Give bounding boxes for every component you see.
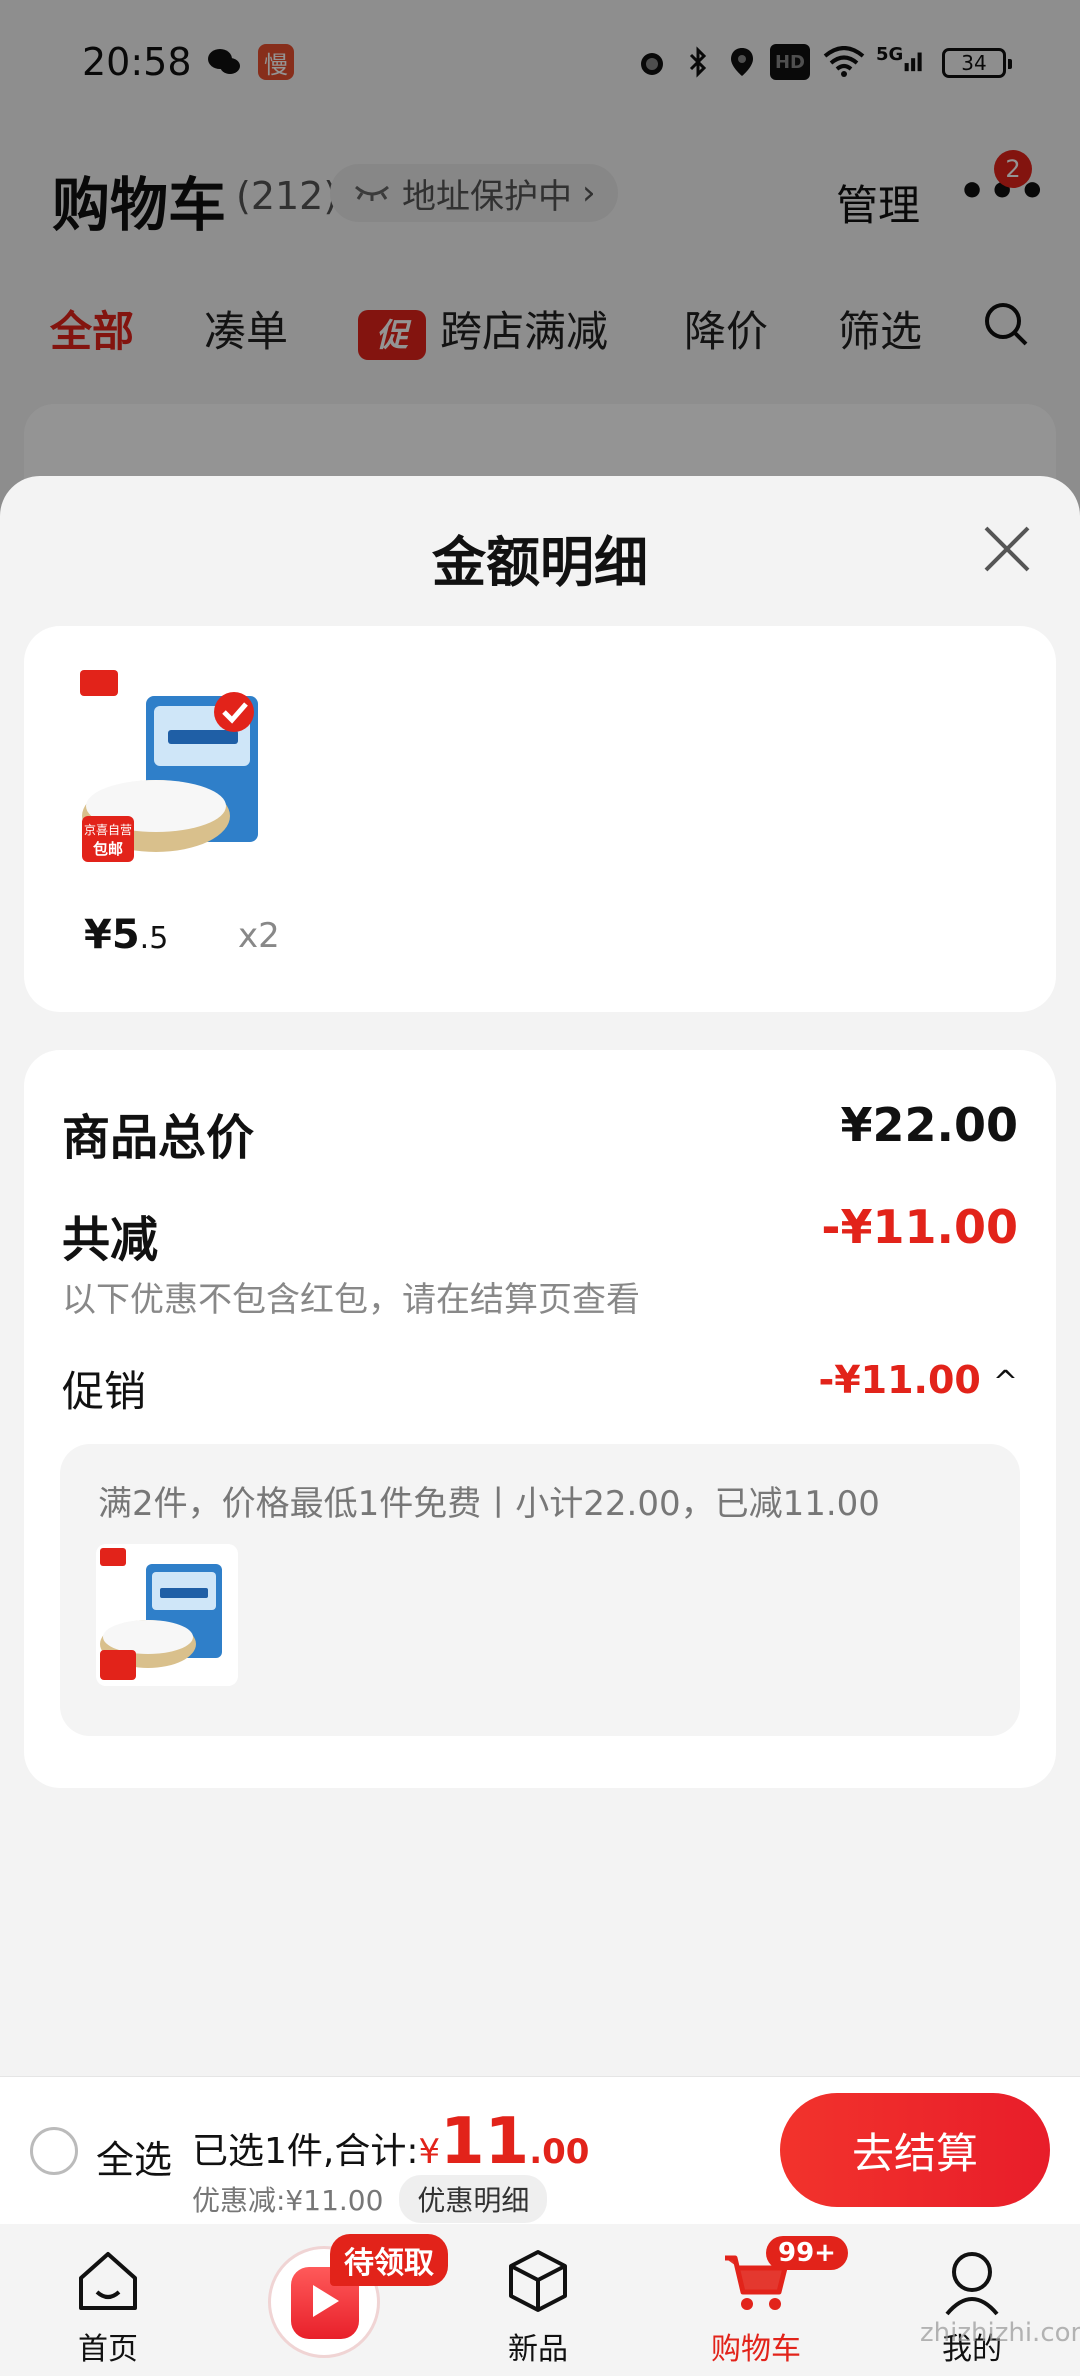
nav-home-label: 首页: [78, 2332, 138, 2367]
promotion-value: -¥11.00 ^: [818, 1358, 1018, 1402]
promotion-label: 促销: [62, 1367, 147, 1416]
total-decimal: .00: [529, 2132, 590, 2172]
promotion-value-text: -¥11.00: [818, 1358, 981, 1402]
play-icon: [313, 2285, 339, 2317]
close-icon[interactable]: [980, 522, 1034, 576]
product-quantity: x2: [238, 916, 280, 956]
user-icon: [945, 2252, 999, 2316]
promotion-detail-box: 满2件，价格最低1件免费丨小计22.00，已减11.00: [60, 1444, 1020, 1736]
amount-summary-card: 商品总价 ¥22.00 共减 -¥11.00 以下优惠不包含红包，请在结算页查看…: [24, 1050, 1056, 1788]
watermark: zhizhizhi.com: [920, 2318, 1080, 2348]
sheet-title: 金额明细: [432, 531, 648, 594]
product-badge-top: 京喜自营: [84, 823, 132, 837]
total-integer: 11: [440, 2105, 530, 2179]
discount-amount: 优惠减:¥11.00: [192, 2184, 384, 2217]
select-all-radio[interactable]: [30, 2127, 78, 2175]
product-price-int: ¥5: [84, 912, 140, 958]
selected-prefix: 已选1件,合计:: [192, 2131, 419, 2172]
promotion-product-image[interactable]: [96, 1544, 238, 1686]
product-badge-bottom: 包邮: [93, 840, 123, 858]
total-price-label: 商品总价: [62, 1110, 255, 1166]
live-pending-tag: 待领取: [330, 2234, 448, 2286]
nav-new[interactable]: 新品: [458, 2244, 618, 2368]
product-price: ¥5.5: [84, 912, 168, 958]
promotion-description: 满2件，价格最低1件免费丨小计22.00，已减11.00: [98, 1484, 880, 1524]
total-reduction-row: 共减 -¥11.00: [62, 1200, 1018, 1268]
home-icon: [79, 2252, 137, 2310]
nav-cart-label: 购物车: [711, 2332, 801, 2367]
total-reduction-value: -¥11.00: [821, 1200, 1018, 1254]
chevron-up-icon[interactable]: ^: [993, 1365, 1018, 1400]
product-card: 京喜自营 包邮 ¥5.5 x2: [24, 626, 1056, 1012]
discount-line: 优惠减:¥11.00 优惠明细: [192, 2175, 548, 2223]
nav-home[interactable]: 首页: [28, 2244, 188, 2368]
bottom-nav: 首页 待领取 新品 购物车 99+ 我的 zhizhizhi.com: [0, 2224, 1080, 2376]
amount-detail-sheet: 金额明细 京喜自营 包邮 ¥5.5 x2 商品总价 ¥22.00 共减 -¥11…: [0, 476, 1080, 2076]
cart-badge: 99+: [766, 2236, 848, 2270]
promotion-row[interactable]: 促销 -¥11.00 ^: [62, 1358, 1018, 1416]
total-price-value: ¥22.00: [840, 1098, 1018, 1152]
nav-mine[interactable]: 我的: [892, 2244, 1052, 2368]
total-price-row: 商品总价 ¥22.00: [62, 1098, 1018, 1166]
discount-note: 以下优惠不包含红包，请在结算页查看: [62, 1280, 640, 1320]
cube-icon: [509, 2250, 567, 2312]
checkout-button[interactable]: 去结算: [780, 2093, 1050, 2207]
product-price-dec: .5: [139, 921, 169, 956]
checkout-bar: 全选 已选1件,合计:¥11.00 优惠减:¥11.00 优惠明细 去结算: [0, 2076, 1080, 2224]
product-image[interactable]: 京喜自营 包邮: [76, 666, 306, 896]
select-all-label[interactable]: 全选: [96, 2129, 172, 2184]
selected-total: 已选1件,合计:¥11.00: [192, 2105, 589, 2179]
discount-detail-button[interactable]: 优惠明细: [399, 2175, 548, 2223]
total-currency: ¥: [418, 2132, 441, 2172]
total-reduction-label: 共减: [62, 1212, 159, 1268]
nav-new-label: 新品: [508, 2332, 568, 2367]
